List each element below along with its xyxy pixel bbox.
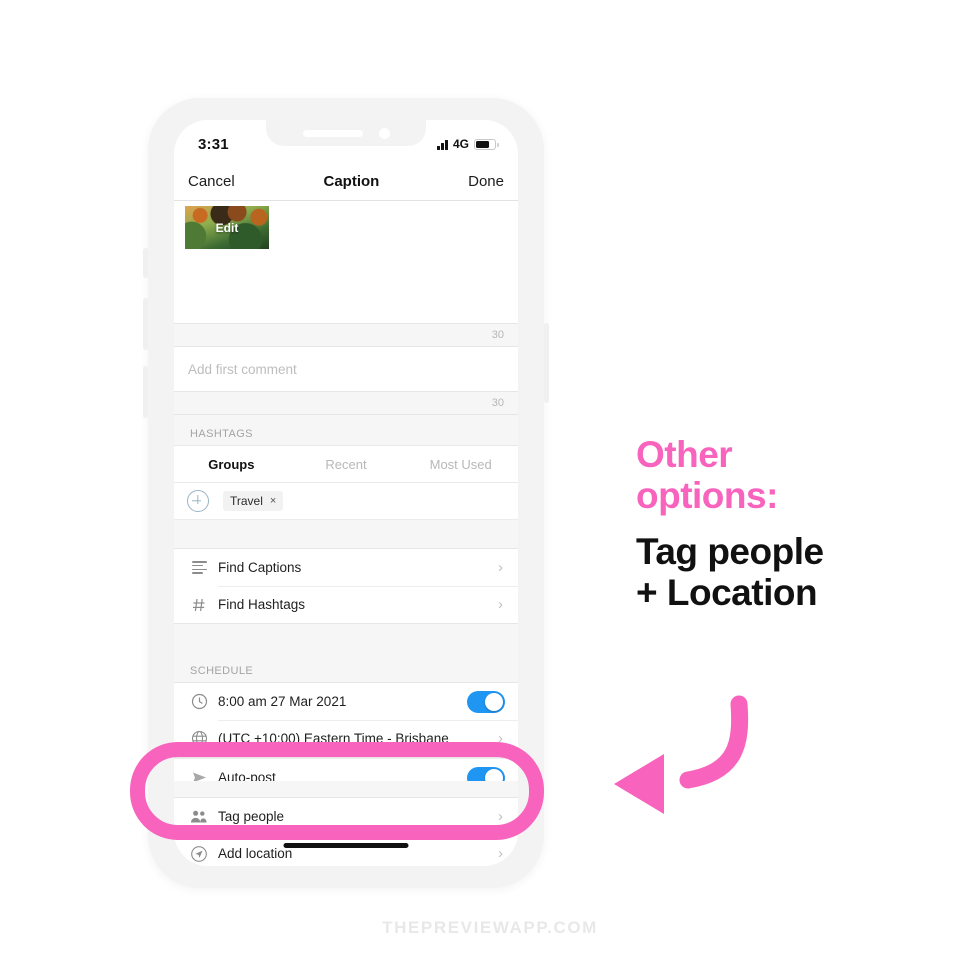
hash-icon	[188, 597, 210, 613]
row-add-location-label: Add location	[218, 846, 293, 861]
row-timezone-label: (UTC +10:00) Eastern Time - Brisbane	[218, 731, 449, 746]
send-icon	[188, 769, 210, 781]
watermark: THEPREVIEWAPP.COM	[382, 918, 598, 937]
annotation-text-block: Other options: Tag people + Location	[636, 434, 956, 614]
auto-post-toggle[interactable]	[467, 766, 505, 781]
battery-icon	[474, 138, 499, 150]
phone-power-button	[544, 323, 549, 403]
other-options-group: Tag people › Add location ›	[174, 797, 518, 866]
annotation-black-line-1: Tag people	[636, 530, 824, 572]
chevron-right-icon: ›	[498, 730, 503, 747]
location-arrow-icon	[188, 845, 210, 863]
schedule-toggle-knob	[485, 692, 503, 711]
signal-bars-icon	[437, 139, 448, 150]
row-auto-post-partial[interactable]: Auto-post	[174, 758, 518, 781]
row-find-captions[interactable]: Find Captions ›	[174, 549, 518, 586]
row-timezone[interactable]: (UTC +10:00) Eastern Time - Brisbane ›	[174, 720, 518, 757]
row-find-hashtags-label: Find Hashtags	[218, 597, 306, 612]
schedule-section-label: SCHEDULE	[190, 665, 254, 677]
plus-circle-icon[interactable]	[187, 490, 209, 512]
caption-character-counter: 30	[491, 329, 504, 341]
chevron-right-icon: ›	[498, 845, 503, 862]
tab-most-used[interactable]: Most Used	[403, 457, 518, 472]
phone-notch	[266, 120, 426, 146]
network-type-label: 4G	[452, 137, 469, 151]
hashtags-section-label: HASHTAGS	[190, 428, 253, 440]
find-options-group: Find Captions › Find Hashtags ›	[174, 548, 518, 624]
people-icon	[188, 809, 210, 825]
clock-icon	[188, 693, 210, 710]
schedule-group: 8:00 am 27 Mar 2021 (UTC +10:00) Eastern…	[174, 682, 518, 758]
globe-icon	[188, 730, 210, 747]
battery-tip	[496, 142, 499, 147]
status-bar-indicators: 4G	[437, 131, 499, 151]
annotation-black-line-2: + Location	[636, 572, 818, 614]
caption-input-area[interactable]: Edit	[174, 201, 518, 323]
chevron-right-icon: ›	[498, 559, 503, 576]
auto-post-toggle-knob	[485, 768, 503, 781]
done-button[interactable]: Done	[468, 173, 504, 190]
close-icon[interactable]: ×	[270, 495, 276, 507]
annotation-black-block: Tag people + Location	[636, 531, 956, 614]
row-find-captions-label: Find Captions	[218, 560, 302, 575]
annotation-pink-line-1: Other	[636, 434, 733, 475]
tab-groups[interactable]: Groups	[174, 457, 289, 472]
row-find-hashtags[interactable]: Find Hashtags ›	[174, 586, 518, 623]
phone-screen: 3:31 4G Cancel Caption Done Edit 30 Add …	[174, 120, 518, 866]
annotation-pink-line-2: options:	[636, 475, 778, 517]
edit-thumbnail-label[interactable]: Edit	[216, 221, 239, 235]
hashtag-tabs: Groups Recent Most Used	[174, 445, 518, 483]
battery-fill	[476, 140, 489, 148]
row-schedule-datetime[interactable]: 8:00 am 27 Mar 2021	[174, 683, 518, 720]
first-comment-input[interactable]: Add first comment	[174, 347, 518, 391]
section-spacer	[174, 781, 518, 797]
chevron-right-icon: ›	[498, 808, 503, 825]
post-thumbnail[interactable]: Edit	[185, 206, 269, 249]
row-tag-people-label: Tag people	[218, 809, 285, 824]
text-lines-icon	[188, 559, 210, 576]
row-tag-people[interactable]: Tag people ›	[174, 798, 518, 835]
comment-character-counter-row: 30	[174, 391, 518, 415]
hashtags-section-header: HASHTAGS	[174, 415, 518, 445]
section-spacer	[174, 520, 518, 548]
chevron-right-icon: ›	[498, 596, 503, 613]
row-auto-post-label: Auto-post	[218, 770, 276, 781]
hashtag-group-chip[interactable]: Travel ×	[223, 491, 284, 511]
front-camera-icon	[378, 127, 390, 139]
phone-volume-down-button	[143, 366, 148, 418]
hashtag-group-chip-label: Travel	[230, 494, 263, 508]
phone-volume-up-button	[143, 298, 148, 350]
phone-mute-switch	[143, 248, 148, 278]
row-auto-post[interactable]: Auto-post	[174, 759, 518, 781]
phone-mockup-frame: 3:31 4G Cancel Caption Done Edit 30 Add …	[143, 98, 549, 888]
navigation-bar: Cancel Caption Done	[174, 162, 518, 201]
first-comment-placeholder: Add first comment	[188, 361, 297, 377]
cancel-button[interactable]: Cancel	[188, 173, 235, 190]
hashtag-group-chips-row: Travel ×	[174, 483, 518, 520]
comment-character-counter: 30	[491, 397, 504, 409]
row-add-location[interactable]: Add location ›	[174, 835, 518, 866]
schedule-toggle[interactable]	[467, 690, 505, 713]
caption-character-counter-row: 30	[174, 323, 518, 347]
earpiece-speaker-icon	[302, 129, 363, 137]
page-title: Caption	[323, 172, 380, 190]
row-schedule-datetime-label: 8:00 am 27 Mar 2021	[218, 694, 347, 709]
schedule-section-header: SCHEDULE	[174, 652, 518, 682]
status-bar-time: 3:31	[198, 135, 229, 153]
section-spacer	[174, 624, 518, 652]
tab-recent[interactable]: Recent	[289, 457, 404, 472]
home-indicator	[283, 843, 409, 848]
curved-arrow-left-icon	[596, 692, 776, 824]
